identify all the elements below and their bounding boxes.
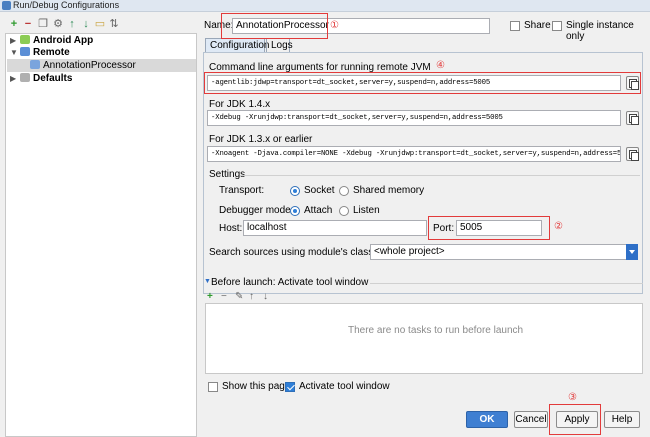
annotation-box-port [428,216,550,240]
folder-icon[interactable]: ▭ [94,18,106,30]
cancel-button[interactable]: Cancel [514,411,548,428]
window-title: Run/Debug Configurations [13,0,120,10]
chevron-right-icon[interactable]: ▶ [10,72,20,85]
debugger-listen-label: Listen [353,205,380,216]
before-launch-divider [370,283,643,284]
configuration-tree[interactable]: ▶ Android App ▼ Remote AnnotationProcessor… [5,33,197,437]
module-classpath-select[interactable]: <whole project> [370,244,638,260]
android-icon [20,35,30,44]
move-up-icon[interactable]: ↑ [66,18,78,30]
edit-icon[interactable]: ✎ [235,292,243,302]
transport-shared-radio[interactable] [339,186,349,196]
empty-tasks-text: There are no tasks to run before launch [348,325,524,336]
move-up-icon[interactable]: ↑ [249,292,254,302]
before-launch-task-list[interactable]: There are no tasks to run before launch [205,303,643,374]
transport-socket-radio[interactable] [290,186,300,196]
transport-label: Transport: [219,185,265,196]
show-page-label: Show this page [222,381,291,392]
annotation-number-1: ① [330,20,339,31]
before-launch-label: Before launch: Activate tool window [211,277,369,288]
transport-socket-label: Socket [304,185,335,196]
copy-icon[interactable] [626,111,639,125]
tree-item-defaults[interactable]: ▶ Defaults [10,72,72,85]
remote-config-icon [30,60,40,69]
splitter-handle[interactable] [198,33,200,437]
host-label: Host: [219,223,243,234]
chevron-down-icon[interactable]: ▼ [10,46,20,59]
chevron-down-icon[interactable] [626,244,638,260]
add-icon[interactable]: + [207,292,213,302]
jdk13-label: For JDK 1.3.x or earlier [209,134,313,145]
tree-item-annotation-processor[interactable]: AnnotationProcessor [30,59,136,72]
remove-icon[interactable]: − [221,292,227,302]
app-icon [2,1,11,10]
tab-configuration[interactable]: Configuration [205,38,269,52]
sort-icon[interactable]: ⇅ [108,18,120,30]
debugger-attach-label: Attach [304,205,333,216]
jdk13-field[interactable]: -Xnoagent -Djava.compiler=NONE -Xdebug -… [207,146,621,162]
activate-tool-window-checkbox[interactable] [285,382,295,392]
tree-item-remote[interactable]: ▼ Remote [10,46,70,59]
remove-icon[interactable]: − [22,18,34,30]
single-instance-checkbox[interactable] [552,21,562,31]
title-bar: Run/Debug Configurations [0,0,650,12]
host-input[interactable]: localhost [243,220,427,236]
debugger-listen-radio[interactable] [339,206,349,216]
annotation-box-apply [549,404,601,435]
debugger-attach-radio[interactable] [290,206,300,216]
share-checkbox[interactable] [510,21,520,31]
move-down-icon[interactable]: ↓ [263,292,268,302]
module-classpath-value: <whole project> [374,246,445,257]
annotation-box-name [221,13,328,39]
settings-icon[interactable]: ⚙ [52,18,64,30]
ok-button[interactable]: OK [466,411,508,428]
settings-divider [240,175,640,176]
search-sources-label: Search sources using module's classpath: [209,247,396,258]
collapse-icon[interactable]: ▼ [204,278,211,285]
jdk14-label: For JDK 1.4.x [209,99,271,110]
transport-shared-label: Shared memory [353,185,425,196]
remote-icon [20,47,30,56]
copy-icon[interactable]: ❐ [37,18,49,30]
annotation-number-4: ④ [436,60,445,71]
defaults-icon [20,73,30,82]
annotation-number-3: ③ [568,392,577,403]
debugger-mode-label: Debugger mode: [219,205,294,216]
show-page-checkbox[interactable] [208,382,218,392]
share-label: Share [524,20,551,31]
help-button[interactable]: Help [604,411,640,428]
single-instance-label: Single instance only [566,20,634,42]
copy-icon[interactable] [626,147,639,161]
annotation-number-2: ② [554,221,563,232]
add-icon[interactable]: + [8,18,20,30]
activate-tool-window-label: Activate tool window [299,381,390,392]
annotation-box-cmd-args [204,72,641,94]
jdk14-field[interactable]: -Xdebug -Xrunjdwp:transport=dt_socket,se… [207,110,621,126]
move-down-icon[interactable]: ↓ [80,18,92,30]
tab-logs[interactable]: Logs [266,38,293,52]
